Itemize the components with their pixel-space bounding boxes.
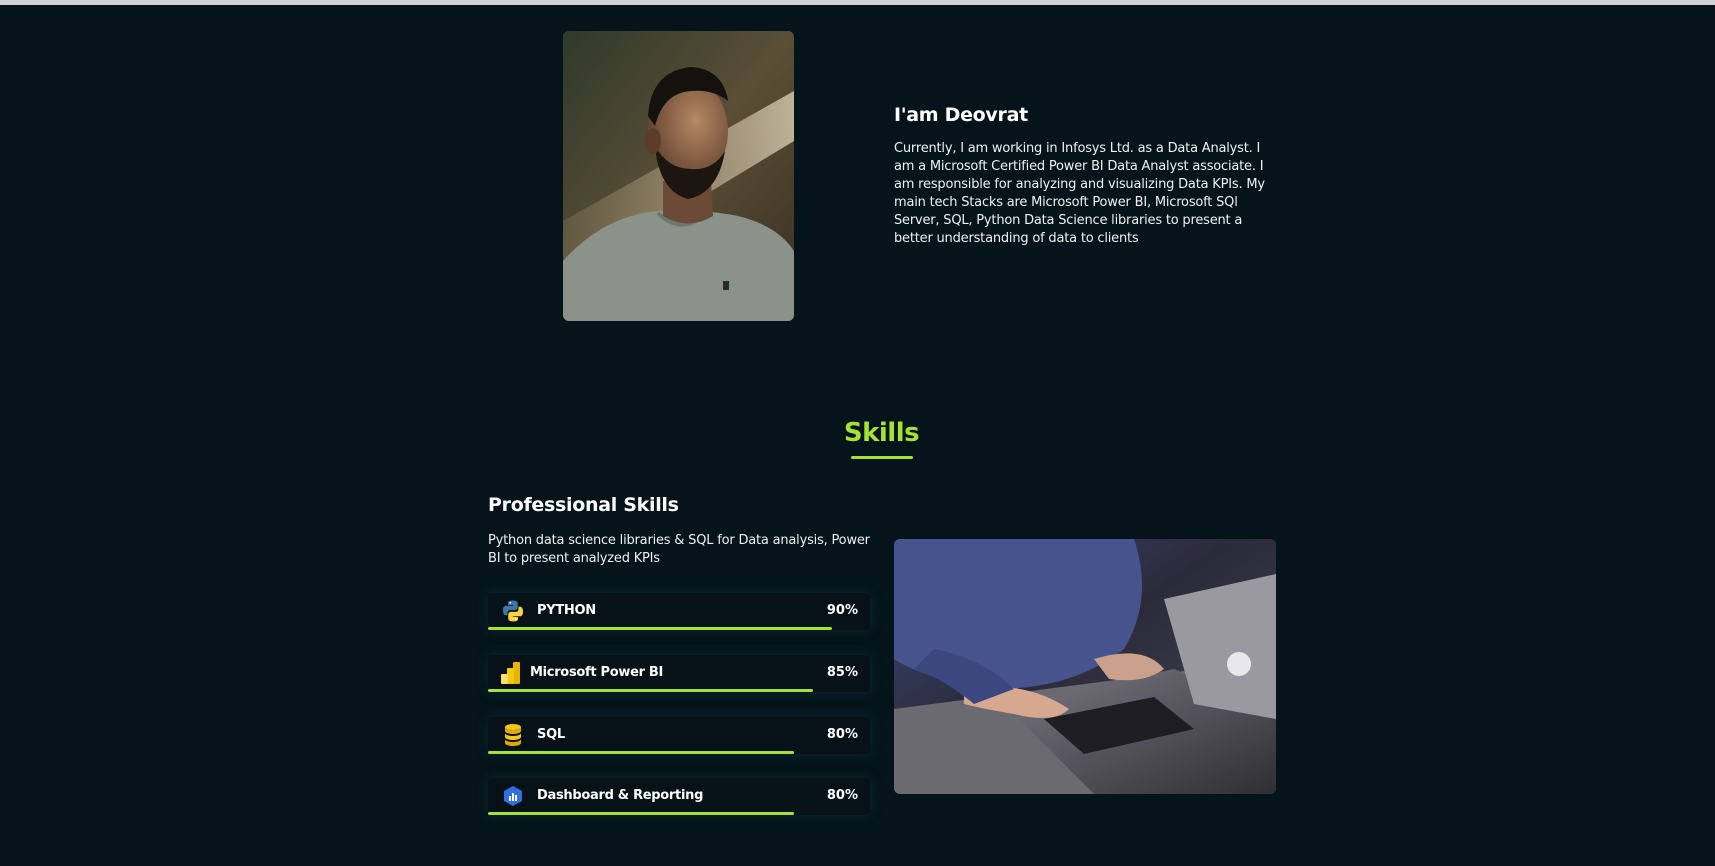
laptop-photo [894,539,1276,794]
top-border [0,0,1715,5]
about-description: Currently, I am working in Infosys Ltd. … [894,141,1265,246]
about-title: I'am Deovrat [894,104,1028,126]
skill-progress-bar [488,689,813,692]
power-bi-icon [498,661,524,685]
professional-skills-title: Professional Skills [488,494,679,516]
skill-percent: 80% [826,788,858,803]
skill-name: Dashboard & Reporting [537,788,704,803]
page: I'am Deovrat Currently, I am working in … [0,0,1715,866]
skills-heading: Skills [843,418,920,448]
skill-percent: 80% [826,727,858,742]
skill-card-python: PYTHON 90% [488,593,870,630]
skill-card-power-bi: Microsoft Power BI 85% [488,655,870,692]
dashboard-icon [500,784,526,808]
skills-heading-underline [851,456,913,459]
skill-percent: 85% [826,665,858,680]
python-icon [500,599,526,623]
skill-percent: 90% [826,603,858,618]
skill-progress-bar [488,751,794,754]
skill-card-sql: SQL 80% [488,717,870,754]
skill-name: SQL [537,727,565,742]
profile-photo [563,31,794,321]
database-icon [500,723,526,747]
skill-progress-bar [488,627,832,630]
professional-skills-description: Python data science libraries & SQL for … [488,533,870,566]
skill-name: PYTHON [537,603,596,618]
skill-card-dashboard: Dashboard & Reporting 80% [488,778,870,815]
skill-progress-bar [488,812,794,815]
skill-name: Microsoft Power BI [530,665,664,680]
